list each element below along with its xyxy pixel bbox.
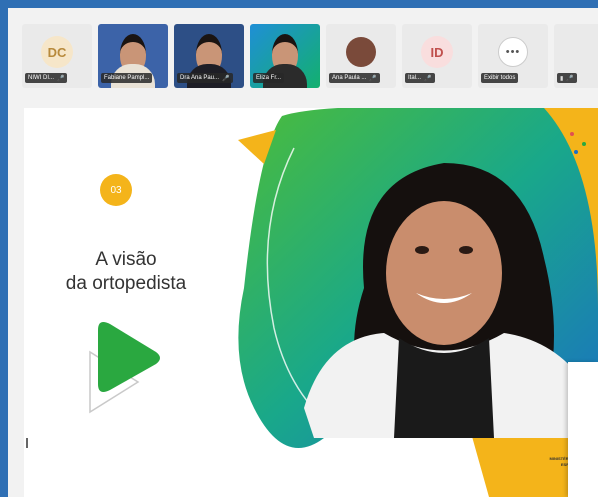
mic-off-icon: 🎤 <box>57 75 65 82</box>
mic-off-icon: 🎤 <box>222 75 230 82</box>
participant-name-bar: ▮ 🎤 <box>557 73 577 83</box>
slide-heading-line: A visão <box>95 249 157 270</box>
window-top-bar <box>8 0 598 8</box>
participant-name: Dra Ana Pau... <box>180 75 220 81</box>
portrait-face <box>386 201 502 345</box>
show-all-label: Exibir todos <box>484 75 516 81</box>
participant-avatar <box>346 37 376 67</box>
mic-off-icon: 🎤 <box>566 75 574 82</box>
participant-tile[interactable]: ID Ital... 🎤 <box>402 24 472 88</box>
slide-heading-line: da ortopedista <box>65 273 187 294</box>
participant-avatar: DC <box>41 36 73 68</box>
participant-name-bar: Eliza Fr... <box>253 73 285 83</box>
participant-name: NIWI DI... <box>28 75 54 81</box>
participant-tile[interactable]: Ana Paula ... 🎤 <box>326 24 396 88</box>
participant-name-bar: NIWI DI... 🎤 <box>25 73 68 83</box>
participant-avatar: ID <box>421 36 453 68</box>
participant-name-bar: Ital... 🎤 <box>405 73 435 83</box>
side-panel-edge[interactable] <box>568 362 598 497</box>
participant-name: Ital... <box>408 75 422 81</box>
show-all-label-bar: Exibir todos <box>481 73 519 83</box>
participant-tile[interactable]: Eliza Fr... <box>250 24 320 88</box>
participant-tile[interactable]: ▮ 🎤 <box>554 24 598 88</box>
play-shape <box>98 322 160 392</box>
participant-tile[interactable]: Fabiane Pampl... <box>98 24 168 88</box>
meeting-window: DC NIWI DI... 🎤 Fabiane Pampl... Dra Ana… <box>8 0 598 497</box>
participant-name: Ana Paula ... <box>332 75 367 81</box>
portrait-eye <box>415 246 429 254</box>
slide-heading: A visão da ortopedista <box>46 248 206 296</box>
dot <box>570 132 574 136</box>
signal-icon: ▮ <box>560 75 564 82</box>
slide-number-badge: 03 <box>100 174 132 206</box>
more-icon: ••• <box>498 37 528 67</box>
participant-tile[interactable]: Dra Ana Pau... 🎤 <box>174 24 244 88</box>
participant-strip: DC NIWI DI... 🎤 Fabiane Pampl... Dra Ana… <box>22 24 598 90</box>
portrait-sweater <box>394 338 494 438</box>
mic-off-icon: 🎤 <box>424 75 432 82</box>
cursor-marker <box>26 438 28 448</box>
show-all-participants-button[interactable]: ••• Exibir todos <box>478 24 548 88</box>
participant-name-bar: Ana Paula ... 🎤 <box>329 73 380 83</box>
mic-off-icon: 🎤 <box>369 75 377 82</box>
participant-name-bar: Dra Ana Pau... 🎤 <box>177 73 233 83</box>
participant-tile[interactable]: DC NIWI DI... 🎤 <box>22 24 92 88</box>
participant-name-bar: Fabiane Pampl... <box>101 73 153 83</box>
slide-graphics <box>89 108 598 497</box>
shared-screen-slide: 03 A visão da ortopedista MINISTÉRIO DO … <box>24 108 598 497</box>
portrait-eye <box>459 246 473 254</box>
participant-name: Fabiane Pampl... <box>104 75 150 81</box>
participant-name: Eliza Fr... <box>256 75 282 81</box>
